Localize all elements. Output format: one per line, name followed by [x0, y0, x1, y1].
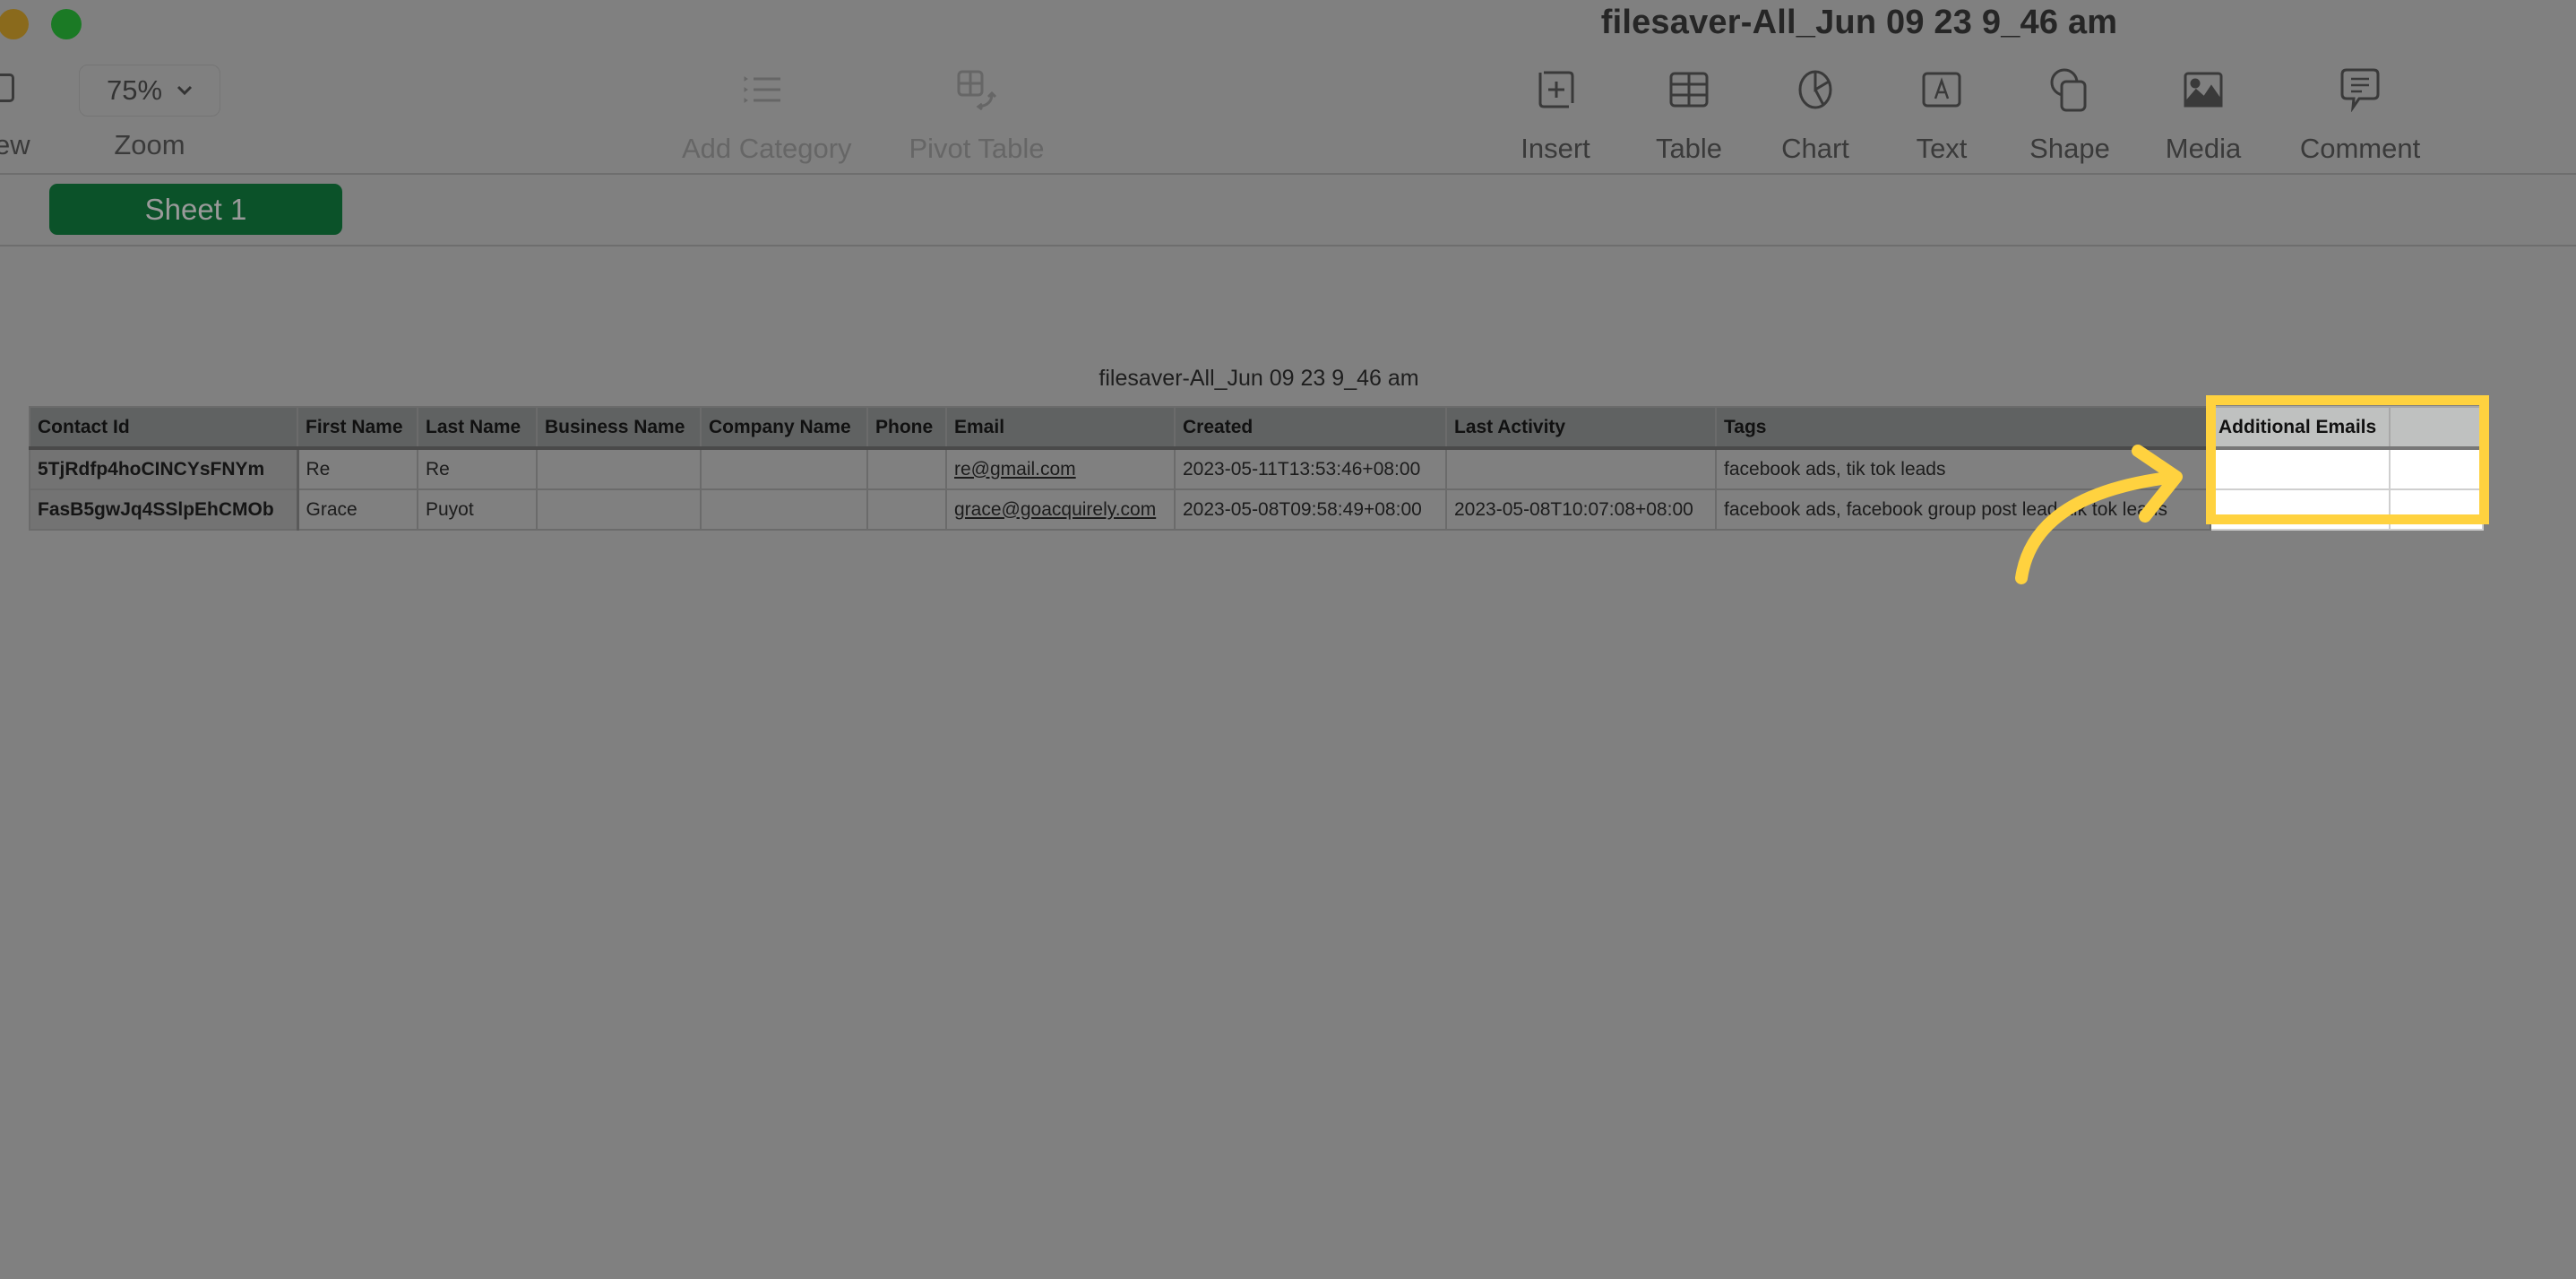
minimize-button[interactable]: [0, 9, 29, 39]
zoom-label: Zoom: [114, 129, 185, 160]
cell-email[interactable]: re@gmail.com: [945, 447, 1176, 490]
cell-last-activity[interactable]: 2023-05-08T10:07:08+08:00: [1445, 488, 1717, 531]
zoom-select[interactable]: 75%: [79, 65, 220, 117]
cell-email[interactable]: grace@goacquirely.com: [945, 488, 1176, 531]
column-header[interactable]: Last Activity: [1445, 406, 1717, 450]
text-box-icon: [1922, 72, 1961, 108]
column-header[interactable]: Created: [1174, 406, 1447, 450]
media-button[interactable]: Media: [2123, 61, 2284, 165]
pivot-table-icon: [957, 70, 997, 110]
window-title: filesaver-All_Jun 09 23 9_46 am: [1600, 4, 2118, 41]
cell-empty[interactable]: [2389, 447, 2484, 490]
cell-contact-id[interactable]: 5TjRdfp4hoCINCYsFNYm: [29, 447, 299, 490]
cell-additional-emails[interactable]: [2210, 447, 2391, 490]
chart-icon: [1798, 70, 1832, 109]
column-header[interactable]: Email: [945, 406, 1176, 450]
comment-icon: [2340, 68, 2380, 112]
cell-company-name[interactable]: [700, 447, 868, 490]
column-header[interactable]: Company Name: [700, 406, 868, 450]
cell-first-name[interactable]: Re: [297, 447, 418, 490]
cell-additional-emails[interactable]: [2210, 488, 2391, 531]
cell-phone[interactable]: [866, 447, 947, 490]
comment-label: Comment: [2299, 133, 2421, 164]
column-header[interactable]: First Name: [297, 406, 418, 450]
zoom-value: 75%: [106, 74, 163, 106]
cell-phone[interactable]: [866, 488, 947, 531]
email-link[interactable]: re@gmail.com: [954, 459, 1076, 480]
shape-icon: [2050, 68, 2087, 112]
column-header-empty[interactable]: [2389, 406, 2484, 450]
cell-contact-id[interactable]: FasB5gwJq4SSlpEhCMOb: [29, 488, 299, 531]
cell-company-name[interactable]: [700, 488, 868, 531]
column-header[interactable]: Tags: [1715, 406, 2211, 450]
sheet-tab-label: Sheet 1: [144, 192, 247, 226]
media-label: Media: [2165, 133, 2242, 164]
cell-last-activity[interactable]: [1445, 447, 1717, 490]
header-row: Contact Id First Name Last Name Business…: [29, 406, 2484, 450]
sheet-tabs-divider: [0, 245, 2576, 246]
comment-button[interactable]: Comment: [2279, 61, 2441, 165]
cell-last-name[interactable]: Puyot: [417, 488, 538, 531]
cell-created[interactable]: 2023-05-08T09:58:49+08:00: [1174, 488, 1447, 531]
cell-first-name[interactable]: Grace: [297, 488, 418, 531]
insert-icon: [1538, 71, 1574, 108]
table-icon: [1669, 72, 1709, 108]
list-icon: [744, 76, 780, 103]
cell-business-name[interactable]: [536, 488, 702, 531]
view-icon[interactable]: [0, 73, 14, 102]
sheet-tab-1[interactable]: Sheet 1: [49, 184, 342, 235]
cell-last-name[interactable]: Re: [417, 447, 538, 490]
column-header[interactable]: Business Name: [536, 406, 702, 450]
cell-tags[interactable]: facebook ads, facebook group post lead, …: [1715, 488, 2211, 531]
table-row: FasB5gwJq4SSlpEhCMOb Grace Puyot grace@g…: [29, 488, 2484, 531]
email-link[interactable]: grace@goacquirely.com: [954, 499, 1156, 520]
pivot-table-button[interactable]: Pivot Table: [896, 61, 1057, 165]
cell-tags[interactable]: facebook ads, tik tok leads: [1715, 447, 2211, 490]
cell-empty[interactable]: [2389, 488, 2484, 531]
additional-emails-header[interactable]: Additional Emails: [2210, 406, 2391, 450]
column-header[interactable]: Last Name: [417, 406, 538, 450]
view-label: ew: [0, 129, 30, 160]
fullscreen-button[interactable]: [51, 9, 82, 39]
add-category-label: Add Category: [682, 133, 852, 164]
column-header[interactable]: Phone: [866, 406, 947, 450]
media-icon: [2184, 72, 2223, 108]
table-caption: filesaver-All_Jun 09 23 9_46 am: [1098, 366, 1419, 391]
column-header[interactable]: Contact Id: [29, 406, 298, 450]
chevron-down-icon: [177, 85, 193, 96]
contacts-table: Contact Id First Name Last Name Business…: [29, 406, 2484, 531]
add-category-button[interactable]: Add Category: [682, 61, 852, 165]
cell-business-name[interactable]: [536, 447, 702, 490]
pivot-table-label: Pivot Table: [909, 133, 1045, 164]
cell-created[interactable]: 2023-05-11T13:53:46+08:00: [1174, 447, 1447, 490]
toolbar-divider: [0, 173, 2576, 175]
table-row: 5TjRdfp4hoCINCYsFNYm Re Re re@gmail.com …: [29, 447, 2484, 490]
